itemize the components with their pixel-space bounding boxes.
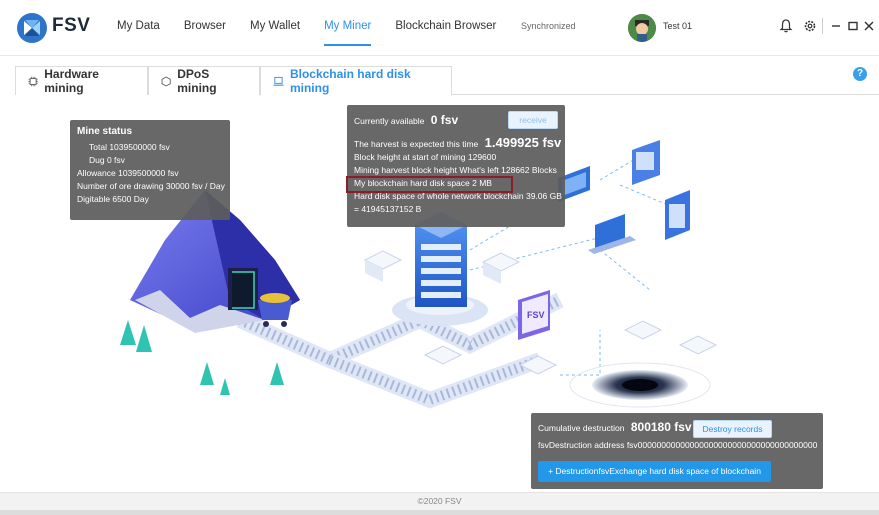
mine-digitable: Digitable 6500 Day [77,194,149,204]
destruction-address: fsvDestruction address fsv00000000000000… [538,440,818,450]
destroy-records-button[interactable]: Destroy records [693,420,772,438]
nav-my-miner[interactable]: My Miner [312,0,383,56]
harvest-label: The harvest is expected this time [354,139,479,149]
destruction-label: Cumulative destruction [538,423,625,433]
receive-button[interactable]: receive [508,111,558,129]
top-bar: FSV My Data Browser My Wallet My Miner B… [0,0,879,56]
harvest-row: The harvest is expected this time 1.4999… [354,136,561,151]
gear-icon[interactable] [802,18,818,34]
block-start: Block height at start of mining 129600 [354,152,497,162]
tab-label: Hardware mining [44,67,99,95]
help-icon[interactable]: ? [853,67,867,81]
network-devices [558,140,690,254]
minimize-icon[interactable] [828,18,844,34]
user-avatar-icon [628,14,656,42]
availability-panel: Currently available 0 fsv receive The ha… [347,105,565,227]
mine-ore-drawing: Number of ore drawing 30000 fsv / Day [77,181,225,191]
destruction-value: 800180 fsv [630,420,692,434]
nav-browser[interactable]: Browser [172,0,238,56]
network-disk-bytes: = 41945137152 B [354,204,422,214]
my-disk-highlight [346,176,513,193]
avatar[interactable] [628,14,656,42]
footer: ©2020 FSV [0,492,879,510]
close-icon[interactable] [861,18,877,34]
svg-text:FSV: FSV [527,310,545,320]
nav-my-data[interactable]: My Data [105,0,172,56]
chip-icon [28,76,38,86]
maximize-icon[interactable] [845,18,861,34]
hexagon-icon [161,76,171,86]
available-value: 0 fsv [430,113,459,127]
sync-status: Synchronized [521,21,576,31]
nav-blockchain-browser[interactable]: Blockchain Browser [383,0,508,56]
brand-name: FSV [52,15,91,36]
nav-my-wallet[interactable]: My Wallet [238,0,312,56]
tab-dpos-mining[interactable]: DPoS mining [148,66,260,95]
mine-allowance: Allowance 1039500000 fsv [77,168,179,178]
central-server [392,212,488,326]
available-label: Currently available [354,116,425,126]
mine-dug: Dug 0 fsv [89,155,125,165]
bell-icon[interactable] [778,18,794,34]
tab-hardware-mining[interactable]: Hardware mining [15,66,148,95]
bottom-strip [0,510,879,515]
destruction-panel: Cumulative destruction 800180 fsv Destro… [531,413,823,489]
divider [822,18,823,34]
tab-label: Blockchain hard disk mining [289,67,411,95]
fsv-disk-card: FSV [518,290,550,340]
main-nav: My Data Browser My Wallet My Miner Block… [105,0,508,56]
exchange-hard-disk-button[interactable]: + DestructionfsvExchange hard disk space… [538,461,771,482]
tab-label: DPoS mining [177,67,217,95]
laptop-icon [273,76,284,86]
username: Test 01 [663,21,693,31]
harvest-value: 1.499925 fsv [484,135,562,150]
fsv-logo-icon [17,13,47,43]
mine-status-panel: Mine status Total 1039500000 fsv Dug 0 f… [70,120,230,220]
mine-status-title: Mine status [77,126,133,137]
tab-blockchain-hard-disk-mining[interactable]: Blockchain hard disk mining [260,66,452,96]
destruction-row: Cumulative destruction 800180 fsv [538,421,816,435]
mine-total: Total 1039500000 fsv [89,142,170,152]
destruction-hole [569,320,718,408]
